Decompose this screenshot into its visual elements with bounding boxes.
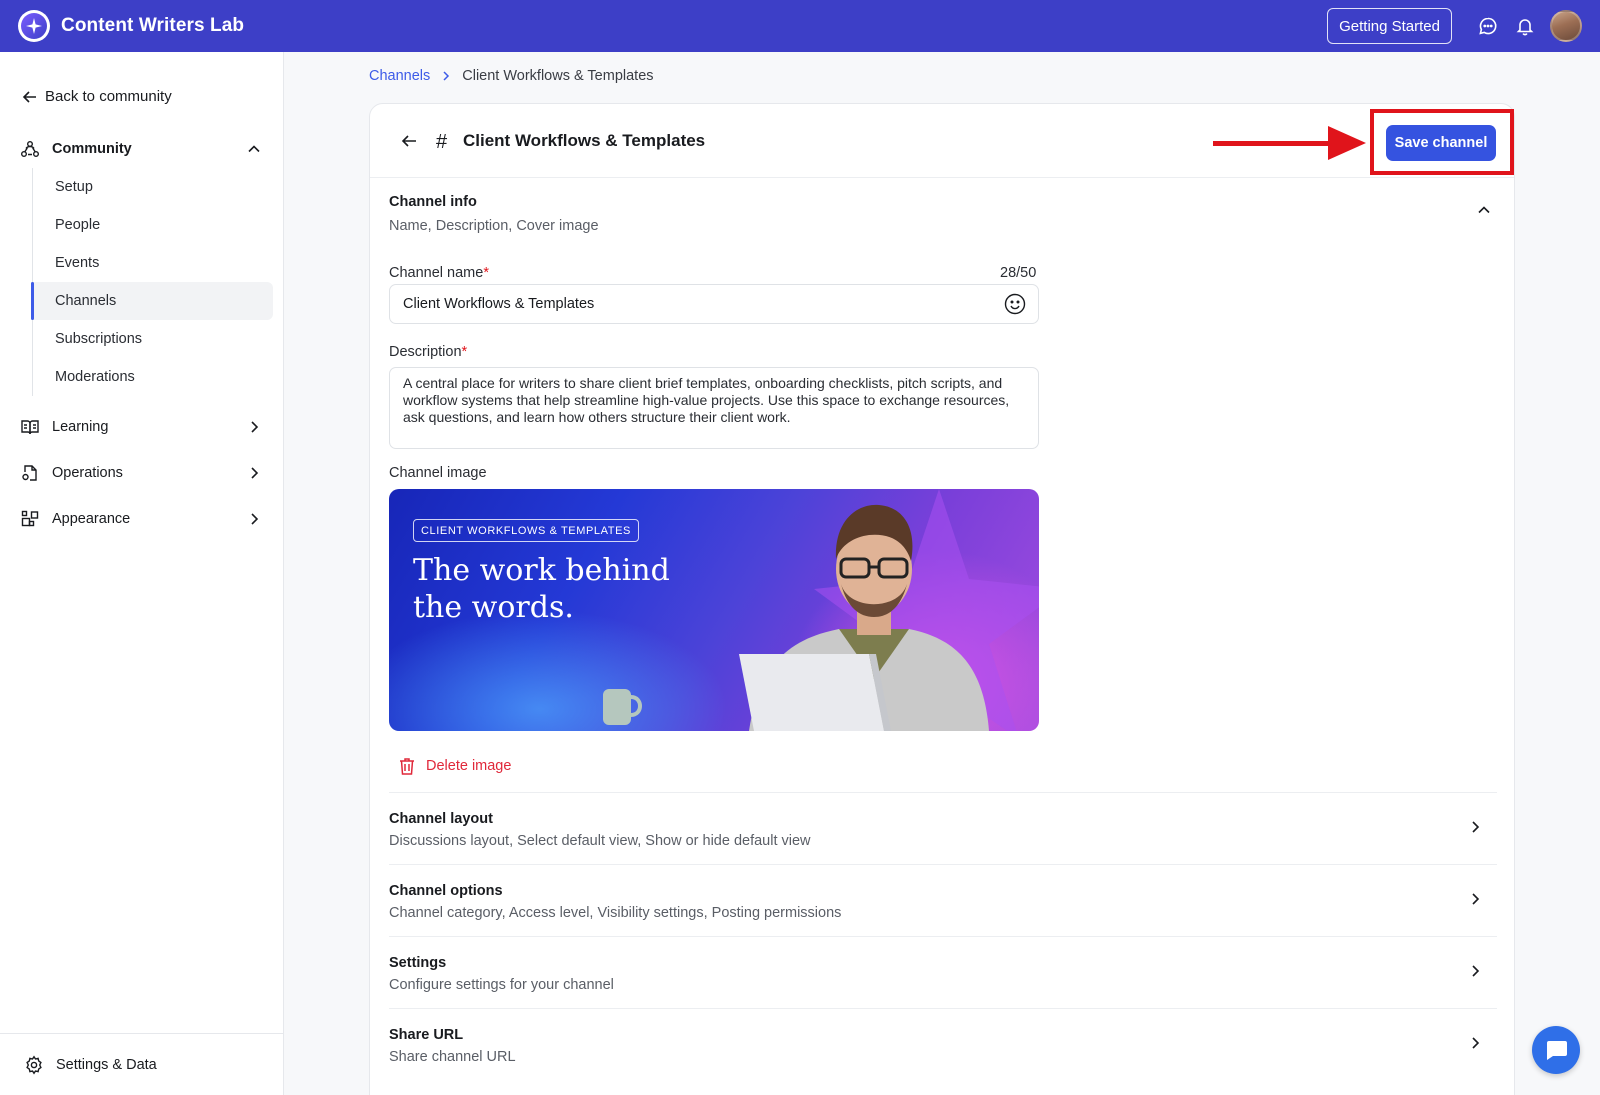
- delete-image-label: Delete image: [426, 758, 512, 774]
- community-icon: [20, 139, 40, 159]
- trash-icon: [400, 758, 414, 775]
- sidebar-item-appearance-label: Appearance: [52, 511, 131, 527]
- channel-name-value: Client Workflows & Templates: [403, 296, 595, 312]
- top-navigation-bar: Content Writers Lab Getting Started: [0, 0, 1600, 52]
- annotation-arrow-head: [1328, 126, 1366, 160]
- channel-editor-card: # Client Workflows & Templates Save chan…: [369, 103, 1515, 1095]
- chat-icon: [1547, 1041, 1567, 1060]
- brand-logo-icon: [18, 10, 50, 42]
- channel-layout-section[interactable]: Channel layout Discussions layout, Selec…: [389, 792, 1497, 864]
- channel-name-input[interactable]: Client Workflows & Templates: [389, 284, 1039, 324]
- learning-group: Learning: [0, 408, 284, 446]
- breadcrumb-channels-link[interactable]: Channels: [369, 68, 430, 84]
- channel-info-section-header[interactable]: Channel info Name, Description, Cover im…: [389, 194, 599, 234]
- channel-options-subtitle: Channel category, Access level, Visibili…: [389, 905, 842, 921]
- sidebar: Back to community Community Setup People…: [0, 52, 284, 1095]
- bell-icon[interactable]: [1513, 14, 1537, 38]
- delete-image-button[interactable]: Delete image: [398, 756, 511, 776]
- channel-editor-header: # Client Workflows & Templates Save chan…: [370, 104, 1514, 178]
- channel-options-title: Channel options: [389, 883, 503, 899]
- chevron-right-icon: [440, 70, 452, 82]
- sidebar-item-appearance[interactable]: Appearance: [0, 500, 284, 538]
- share-url-title: Share URL: [389, 1027, 464, 1043]
- settings-and-data-label: Settings & Data: [56, 1056, 157, 1073]
- channel-options-section[interactable]: Channel options Channel category, Access…: [389, 864, 1497, 936]
- person-with-laptop-illustration: [739, 504, 989, 731]
- sidebar-item-channels[interactable]: Channels: [31, 282, 273, 320]
- chevron-right-icon: [1472, 821, 1480, 833]
- support-chat-button[interactable]: [1532, 1026, 1580, 1074]
- sidebar-item-community[interactable]: Community: [0, 130, 284, 168]
- settings-title: Settings: [389, 955, 447, 971]
- chevron-right-icon: [1472, 965, 1480, 977]
- sidebar-item-setup[interactable]: Setup: [33, 168, 273, 206]
- settings-and-data-link[interactable]: Settings & Data: [0, 1033, 284, 1095]
- channel-name-label: Channel name*: [389, 265, 489, 281]
- cover-headline: The work behind the words.: [413, 553, 670, 625]
- book-icon: [20, 417, 40, 437]
- channel-layout-subtitle: Discussions layout, Select default view,…: [389, 833, 811, 849]
- sidebar-item-people[interactable]: People: [33, 206, 273, 244]
- chevron-up-icon[interactable]: [246, 141, 262, 157]
- chevron-up-icon[interactable]: [1476, 202, 1492, 218]
- mug-illustration: [603, 689, 642, 725]
- sidebar-item-events[interactable]: Events: [33, 244, 273, 282]
- getting-started-button[interactable]: Getting Started: [1327, 8, 1452, 44]
- brand[interactable]: Content Writers Lab: [18, 10, 244, 42]
- cover-tag: CLIENT WORKFLOWS & TEMPLATES: [413, 519, 639, 542]
- sidebar-item-operations-label: Operations: [52, 465, 123, 481]
- gear-icon: [26, 1055, 42, 1074]
- description-label: Description*: [389, 344, 468, 360]
- document-gear-icon: [20, 463, 40, 483]
- app-name: Content Writers Lab: [61, 15, 245, 36]
- arrow-left-icon: [22, 90, 36, 103]
- description-textarea[interactable]: A central place for writers to share cli…: [389, 367, 1039, 449]
- save-channel-button[interactable]: Save channel: [1386, 125, 1496, 161]
- operations-group: Operations: [0, 454, 284, 492]
- community-sub-list: Setup People Events Channels Subscriptio…: [31, 168, 284, 396]
- channel-layout-title: Channel layout: [389, 811, 493, 827]
- required-mark: *: [461, 344, 468, 360]
- chat-bubble-icon[interactable]: [1476, 14, 1500, 38]
- breadcrumb-current: Client Workflows & Templates: [462, 68, 654, 84]
- sidebar-item-subscriptions[interactable]: Subscriptions: [33, 320, 273, 358]
- sidebar-item-moderations[interactable]: Moderations: [33, 358, 273, 396]
- share-url-subtitle: Share channel URL: [389, 1049, 516, 1065]
- chevron-right-icon: [251, 513, 259, 525]
- back-to-community-link[interactable]: Back to community: [22, 88, 172, 105]
- community-group: Community Setup People Events Channels S…: [0, 130, 284, 396]
- back-to-community-label: Back to community: [45, 88, 172, 105]
- blocks-icon: [20, 509, 40, 529]
- back-arrow-icon[interactable]: [400, 132, 418, 150]
- share-url-section[interactable]: Share URL Share channel URL: [389, 1008, 1497, 1080]
- hash-icon: #: [436, 131, 448, 153]
- emoji-picker-icon[interactable]: [1004, 293, 1026, 315]
- channel-info-title: Channel info: [389, 194, 477, 210]
- user-avatar[interactable]: [1550, 10, 1582, 42]
- sidebar-item-community-label: Community: [52, 141, 132, 157]
- appearance-group: Appearance: [0, 500, 284, 538]
- channel-image-label: Channel image: [389, 465, 487, 481]
- channel-info-subtitle: Name, Description, Cover image: [389, 218, 599, 234]
- required-mark: *: [483, 265, 489, 281]
- chevron-right-icon: [251, 421, 259, 433]
- sidebar-item-operations[interactable]: Operations: [0, 454, 284, 492]
- annotation-arrow-shaft: [1213, 141, 1331, 146]
- breadcrumb: Channels Client Workflows & Templates: [369, 68, 654, 84]
- settings-subtitle: Configure settings for your channel: [389, 977, 614, 993]
- chevron-right-icon: [251, 467, 259, 479]
- sidebar-item-learning[interactable]: Learning: [0, 408, 284, 446]
- channel-title: Client Workflows & Templates: [463, 131, 706, 150]
- chevron-right-icon: [1472, 893, 1480, 905]
- channel-cover-image[interactable]: CLIENT WORKFLOWS & TEMPLATES The work be…: [389, 489, 1039, 731]
- chevron-right-icon: [1472, 1037, 1480, 1049]
- settings-section[interactable]: Settings Configure settings for your cha…: [389, 936, 1497, 1008]
- channel-name-counter: 28/50: [1000, 265, 1037, 281]
- sidebar-item-learning-label: Learning: [52, 419, 109, 435]
